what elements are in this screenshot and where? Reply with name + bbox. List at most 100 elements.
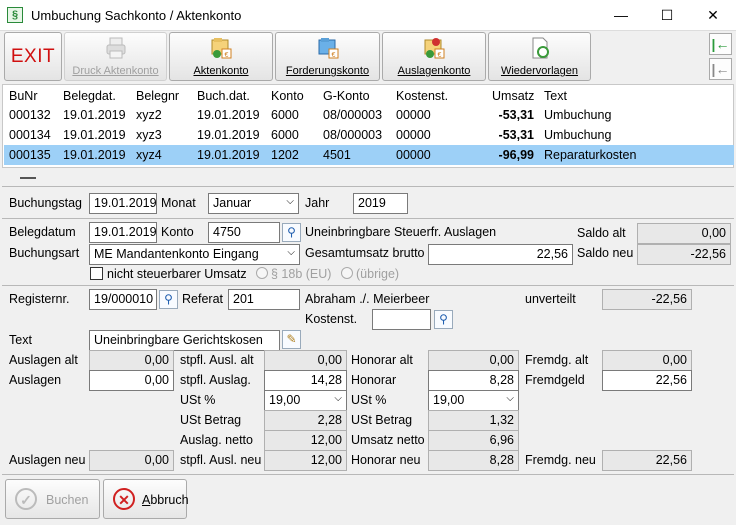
cell-belegdat: 19.01.2019 bbox=[63, 108, 126, 122]
col-header-umsatz[interactable]: Umsatz bbox=[492, 89, 534, 103]
ust1-value: 19,00 bbox=[269, 393, 301, 407]
cell-umsatz: -53,31 bbox=[498, 108, 534, 122]
belegdatum-field[interactable]: 19.01.2019 bbox=[89, 222, 157, 243]
buchen-label: Buchen bbox=[46, 493, 89, 507]
buchungstag-field[interactable]: 19.01.2019 bbox=[89, 193, 157, 214]
exit-label: EXIT bbox=[10, 46, 56, 67]
referat-field[interactable]: 201 bbox=[228, 289, 300, 310]
forderungskonto-label: Forderungskonto bbox=[285, 65, 370, 77]
abbruch-button[interactable]: ✕ Abbruch bbox=[103, 479, 189, 519]
first-record-button[interactable]: |← bbox=[709, 33, 732, 55]
honorar-neu-label: Honorar neu bbox=[351, 453, 421, 467]
col-header-text[interactable]: Text bbox=[544, 89, 567, 103]
honorar-neu-value: 8,28 bbox=[428, 450, 519, 471]
cell-bunr: 000135 bbox=[9, 148, 51, 162]
fremdgeld-field[interactable]: 22,56 bbox=[602, 370, 692, 391]
druck-aktenkonto-button[interactable]: Druck Aktenkonto bbox=[64, 32, 167, 81]
stpfl-auslag-label: stpfl. Auslag. bbox=[180, 373, 251, 387]
cell-kostenst: 00000 bbox=[396, 108, 431, 122]
exit-button[interactable]: EXIT bbox=[4, 32, 62, 81]
col-header-kostenst[interactable]: Kostenst. bbox=[396, 89, 448, 103]
col-header-konto[interactable]: Konto bbox=[271, 89, 304, 103]
stpfl-ausl-alt-value: 0,00 bbox=[264, 350, 347, 371]
honorar-field[interactable]: 8,28 bbox=[428, 370, 519, 391]
cell-buchdat: 19.01.2019 bbox=[197, 108, 260, 122]
document-refresh-icon bbox=[532, 37, 549, 59]
fremdg-alt-value: 0,00 bbox=[602, 350, 692, 371]
ust1-select[interactable]: 19,00 ⌵ bbox=[264, 390, 347, 411]
fremdg-alt-label: Fremdg. alt bbox=[525, 353, 589, 367]
fremdg-neu-label: Fremdg. neu bbox=[525, 453, 596, 467]
monat-select[interactable]: Januar ⌵ bbox=[208, 193, 299, 214]
cell-belegnr: xyz2 bbox=[136, 108, 162, 122]
svg-text:€: € bbox=[225, 52, 229, 59]
kostenst-field[interactable] bbox=[372, 309, 431, 330]
wiedervorlagen-label: Wiedervorlagen bbox=[500, 65, 579, 77]
cell-belegdat: 19.01.2019 bbox=[63, 148, 126, 162]
radio-18b[interactable] bbox=[256, 267, 268, 279]
auslag-netto-label: Auslag. netto bbox=[180, 433, 253, 447]
monat-value: Januar bbox=[213, 196, 252, 210]
stpfl-ausl-alt-label: stpfl. Ausl. alt bbox=[180, 353, 254, 367]
auslagen-alt-label: Auslagen alt bbox=[9, 353, 78, 367]
unverteilt-value: -22,56 bbox=[602, 289, 692, 310]
folder-blue-money-icon: € bbox=[318, 38, 338, 59]
cell-kostenst: 00000 bbox=[396, 128, 431, 142]
splitter-handle[interactable] bbox=[20, 177, 36, 179]
col-header-bunr[interactable]: BuNr bbox=[9, 89, 37, 103]
cell-umsatz: -53,31 bbox=[498, 128, 534, 142]
konto-label: Konto bbox=[161, 225, 194, 239]
text-field[interactable]: Uneinbringbare Gerichtskosen bbox=[89, 330, 280, 351]
wiedervorlagen-button[interactable]: Wiedervorlagen bbox=[488, 32, 591, 81]
cell-text: Reparaturkosten bbox=[544, 148, 637, 162]
cell-belegnr: xyz4 bbox=[136, 148, 162, 162]
folder-money-icon: € bbox=[211, 38, 232, 59]
previous-record-button[interactable]: |← bbox=[709, 58, 732, 80]
stpfl-ausl-neu-label: stpfl. Ausl. neu bbox=[180, 453, 262, 467]
col-header-gkonto[interactable]: G-Konto bbox=[323, 89, 370, 103]
maximize-button[interactable]: ☐ bbox=[644, 0, 690, 31]
col-header-belegnr[interactable]: Belegnr bbox=[136, 89, 179, 103]
radio-uebrige[interactable] bbox=[341, 267, 353, 279]
cell-umsatz: -96,99 bbox=[498, 148, 534, 162]
table-row-selected[interactable]: 000135 19.01.2019 xyz4 19.01.2019 1202 4… bbox=[4, 145, 734, 165]
konto-field[interactable]: 4750 bbox=[208, 222, 280, 243]
forderungskonto-button[interactable]: € Forderungskonto bbox=[275, 32, 380, 81]
buchungstag-label: Buchungstag bbox=[9, 196, 82, 210]
auslagen-field[interactable]: 0,00 bbox=[89, 370, 174, 391]
search-icon[interactable]: ⚲ bbox=[434, 310, 453, 329]
text-label: Text bbox=[9, 333, 32, 347]
saldo-alt-label: Saldo alt bbox=[577, 226, 626, 240]
title-bar: § Umbuchung Sachkonto / Aktenkonto — ☐ ✕ bbox=[0, 0, 736, 31]
nicht-steuerbar-checkbox[interactable] bbox=[90, 267, 103, 280]
search-icon[interactable]: ⚲ bbox=[159, 290, 178, 309]
aktenkonto-button[interactable]: € Aktenkonto bbox=[169, 32, 273, 81]
close-button[interactable]: ✕ bbox=[690, 0, 736, 31]
divider bbox=[2, 474, 734, 475]
auslagenkonto-button[interactable]: € Auslagenkonto bbox=[382, 32, 486, 81]
divider bbox=[2, 186, 734, 187]
gesamtumsatz-field[interactable]: 22,56 bbox=[428, 244, 573, 265]
buchen-button[interactable]: ✓ Buchen bbox=[5, 479, 100, 519]
referat-label: Referat bbox=[182, 292, 223, 306]
registernr-field[interactable]: 19/000010 bbox=[89, 289, 157, 310]
cell-bunr: 000132 bbox=[9, 108, 51, 122]
cell-gkonto: 08/000003 bbox=[323, 108, 383, 122]
saldo-neu-label: Saldo neu bbox=[577, 246, 634, 260]
col-header-buchdat[interactable]: Buch.dat. bbox=[197, 89, 250, 103]
ust2-select[interactable]: 19,00 ⌵ bbox=[428, 390, 519, 411]
honorar-alt-value: 0,00 bbox=[428, 350, 519, 371]
ust-betrag1-value: 2,28 bbox=[264, 410, 347, 431]
monat-label: Monat bbox=[161, 196, 196, 210]
check-icon: ✓ bbox=[15, 488, 37, 510]
minimize-button[interactable]: — bbox=[598, 0, 644, 31]
table-row[interactable]: 000132 19.01.2019 xyz2 19.01.2019 6000 0… bbox=[4, 105, 734, 125]
search-icon[interactable]: ⚲ bbox=[282, 223, 301, 242]
table-row[interactable]: 000134 19.01.2019 xyz3 19.01.2019 6000 0… bbox=[4, 125, 734, 145]
edit-text-icon[interactable]: ✎ bbox=[282, 330, 301, 349]
stpfl-auslag-field[interactable]: 14,28 bbox=[264, 370, 347, 391]
honorar-alt-label: Honorar alt bbox=[351, 353, 413, 367]
buchungsart-select[interactable]: ME Mandantenkonto Eingang ⌵ bbox=[89, 244, 300, 265]
col-header-belegdat[interactable]: Belegdat. bbox=[63, 89, 116, 103]
jahr-field[interactable]: 2019 bbox=[353, 193, 408, 214]
